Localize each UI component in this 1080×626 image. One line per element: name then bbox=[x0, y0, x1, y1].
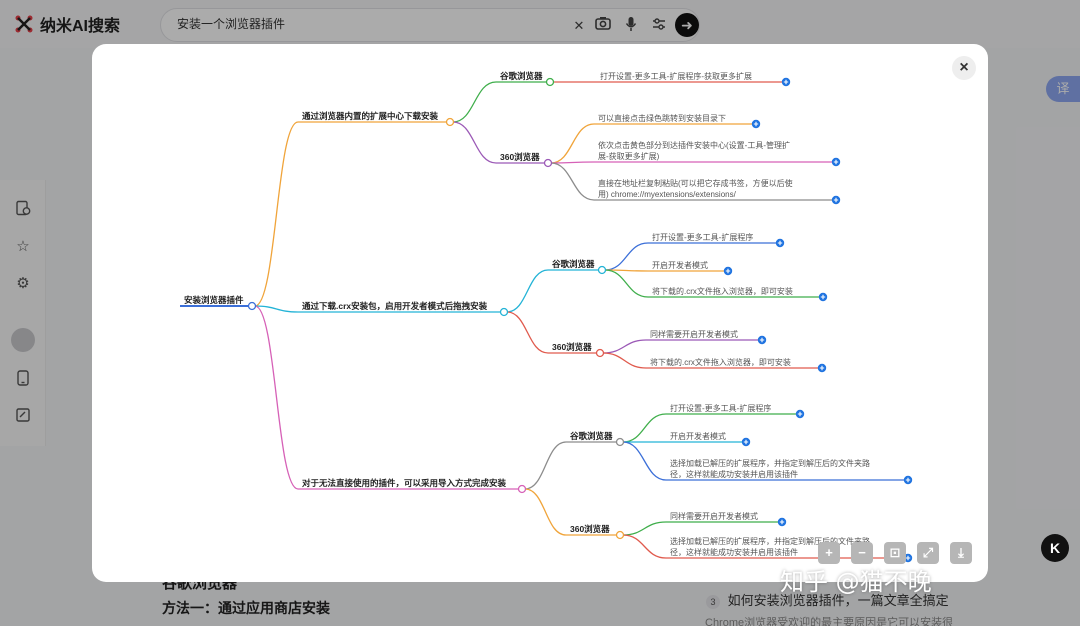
sub-branch-collapse-dot[interactable] bbox=[597, 265, 607, 275]
mindmap-browser-node: 360浏览器 bbox=[500, 152, 540, 162]
mindmap-browser-node: 谷歌浏览器 bbox=[499, 71, 543, 81]
root-collapse-dot[interactable] bbox=[247, 301, 257, 311]
branch-collapse-dot[interactable] bbox=[445, 117, 455, 127]
close-button[interactable]: × bbox=[952, 56, 976, 80]
mindmap-edge bbox=[550, 123, 595, 164]
mindmap-toolbar: + − ⊡ ⤢ ⤓ bbox=[818, 542, 972, 564]
mindmap-edge bbox=[622, 521, 667, 536]
mindmap-edge bbox=[604, 242, 649, 271]
mindmap-edge bbox=[550, 162, 595, 201]
mindmap-modal: 安装浏览器插件 通过浏览器内置的扩展中心下载安装 谷歌浏览器 打开设置-更多工具-扩展… bbox=[92, 44, 988, 582]
mindmap-browser-node: 谷歌浏览器 bbox=[551, 259, 595, 269]
mindmap-leaf-text: 依次点击黄色部分到达插件安装中心(设置-工具-管理扩 bbox=[598, 140, 790, 150]
mindmap-edge bbox=[452, 121, 497, 164]
mindmap-root: 安装浏览器插件 bbox=[184, 295, 244, 305]
mindmap-leaf-text: 用) chrome://myextensions/extensions/ bbox=[598, 190, 737, 199]
mindmap-branch: 通过下载.crx安装包，启用开发者模式后拖拽安装 bbox=[302, 301, 488, 311]
sub-branch-collapse-dot[interactable] bbox=[615, 530, 625, 540]
sub-branch-collapse-dot[interactable] bbox=[543, 158, 553, 168]
mindmap-branch: 通过浏览器内置的扩展中心下载安装 bbox=[302, 111, 439, 121]
fit-view-button[interactable]: ⊡ bbox=[884, 542, 906, 564]
mindmap-leaf-text: 可以直接点击绿色跳转到安装目录下 bbox=[598, 113, 726, 123]
mindmap-leaf-text: 同样需要开启开发者模式 bbox=[650, 329, 738, 339]
mindmap-leaf-text: 同样需要开启开发者模式 bbox=[670, 511, 758, 521]
mindmap-browser-node: 360浏览器 bbox=[570, 524, 610, 534]
mindmap-leaf-text: 将下载的.crx文件拖入浏览器，即可安装 bbox=[652, 286, 793, 296]
mindmap-edge bbox=[622, 441, 667, 481]
mindmap: 安装浏览器插件通过浏览器内置的扩展中心下载安装谷歌浏览器 打开设置-更多工具-扩展… bbox=[180, 71, 913, 563]
zoom-out-button[interactable]: − bbox=[851, 542, 873, 564]
sub-branch-collapse-dot[interactable] bbox=[595, 348, 605, 358]
mindmap-leaf-text: 开启开发者模式 bbox=[670, 431, 726, 441]
mindmap-leaf-text: 径，这样就能成功安装并启用该插件 bbox=[670, 547, 798, 557]
mindmap-leaf-text: 将下载的.crx文件拖入浏览器，即可安装 bbox=[650, 357, 791, 367]
mindmap-edge bbox=[506, 311, 549, 354]
mindmap-browser-node: 谷歌浏览器 bbox=[569, 431, 613, 441]
mindmap-leaf-text: 径，这样就能成功安装并启用该插件 bbox=[670, 469, 798, 479]
mindmap-leaf-text: 展-获取更多扩展) bbox=[598, 151, 660, 161]
mindmap-edge bbox=[254, 121, 299, 307]
branch-collapse-dot[interactable] bbox=[499, 307, 509, 317]
mindmap-browser-node: 360浏览器 bbox=[552, 342, 592, 352]
mindmap-edge bbox=[254, 305, 299, 490]
mindmap-leaf-text: 选择加载已解压的扩展程序，并指定到解压后的文件夹路 bbox=[670, 458, 870, 468]
download-button[interactable]: ⤓ bbox=[950, 542, 972, 564]
zoom-in-button[interactable]: + bbox=[818, 542, 840, 564]
mindmap-leaf-text: 开启开发者模式 bbox=[652, 260, 708, 270]
mindmap-edge bbox=[602, 339, 647, 354]
mindmap-edge bbox=[506, 269, 549, 313]
mindmap-branch: 对于无法直接使用的插件，可以采用导入方式完成安装 bbox=[302, 478, 507, 488]
watermark-text: 知乎 @猫不晚 bbox=[780, 568, 932, 596]
mindmap-edge bbox=[604, 269, 649, 298]
mindmap-edge bbox=[602, 352, 647, 369]
sub-branch-collapse-dot[interactable] bbox=[545, 77, 555, 87]
mindmap-edge bbox=[452, 81, 497, 123]
fullscreen-button[interactable]: ⤢ bbox=[917, 542, 939, 564]
watermark-logo: K bbox=[1041, 534, 1069, 562]
mindmap-edge bbox=[622, 534, 667, 559]
mindmap-edge bbox=[524, 488, 567, 536]
mindmap-edge bbox=[524, 441, 567, 490]
mindmap-leaf-text: 打开设置-更多工具-扩展程序 bbox=[670, 403, 771, 413]
mindmap-leaf-text: 打开设置-更多工具-扩展程序 bbox=[652, 232, 753, 242]
mindmap-edge bbox=[622, 413, 667, 443]
mindmap-leaf-text: 打开设置-更多工具-扩展程序-获取更多扩展 bbox=[600, 71, 752, 81]
sub-branch-collapse-dot[interactable] bbox=[615, 437, 625, 447]
branch-collapse-dot[interactable] bbox=[517, 484, 527, 494]
mindmap-leaf-text: 直接在地址栏复制粘贴(可以把它存成书签，方便以后使 bbox=[598, 178, 793, 188]
